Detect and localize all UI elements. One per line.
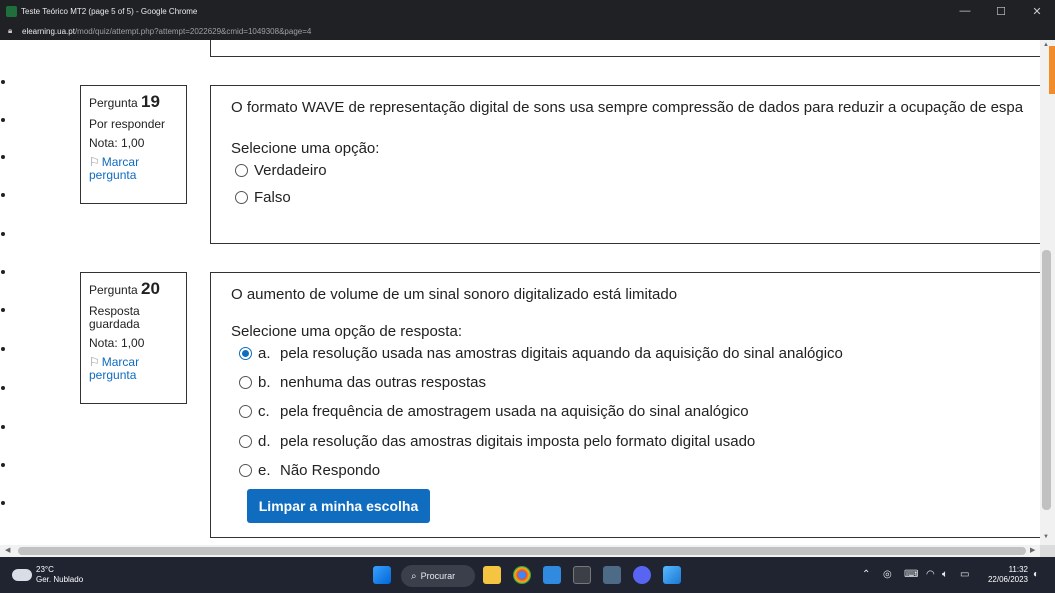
question-grade: Nota: 1,00 — [89, 336, 145, 350]
calculator-icon[interactable] — [603, 566, 621, 584]
question-prompt: Selecione uma opção: — [231, 140, 380, 157]
cloud-icon — [9, 569, 32, 581]
photos-icon[interactable] — [663, 566, 681, 584]
question-text: O aumento de volume de um sinal sonoro d… — [231, 286, 678, 303]
bullet-dot — [1, 308, 5, 312]
option-false[interactable]: Falso — [235, 189, 291, 206]
question-text: O formato WAVE de representação digital … — [231, 99, 1024, 116]
radio-button[interactable] — [239, 464, 252, 477]
scrollbar-thumb[interactable] — [1042, 250, 1051, 510]
file-explorer-icon[interactable] — [483, 566, 501, 584]
bullet-dot — [1, 193, 5, 197]
bullet-dot — [1, 463, 5, 467]
question-number: Pergunta 19 — [89, 92, 160, 111]
bullet-dot — [1, 347, 5, 351]
quiz-page: Pergunta 19 Por responder Nota: 1,00 ⚐ Ma… — [0, 40, 1040, 545]
chrome-icon[interactable] — [513, 566, 531, 584]
onedrive-icon[interactable]: ◎ — [883, 569, 892, 580]
scroll-right-icon[interactable]: ▶ — [1030, 546, 1035, 554]
option-d[interactable]: d. pela resolução das amostras digitais … — [239, 433, 755, 450]
window-title: Teste Teórico MT2 (page 5 of 5) - Google… — [21, 6, 198, 16]
battery-icon[interactable]: ▭ — [960, 569, 969, 580]
bullet-dot — [1, 425, 5, 429]
question-19-content: O formato WAVE de representação digital … — [210, 85, 1040, 244]
vertical-scrollbar[interactable]: ▲ ▼ — [1040, 40, 1055, 545]
question-19-info: Pergunta 19 Por responder Nota: 1,00 ⚐ Ma… — [80, 85, 187, 204]
scrollbar-thumb[interactable] — [18, 547, 1026, 555]
wifi-icon[interactable]: ◠ — [926, 569, 935, 580]
previous-question-box — [210, 40, 1040, 57]
moodle-favicon-icon — [6, 5, 17, 17]
bullet-dot — [1, 501, 5, 505]
question-status: Resposta guardada — [89, 304, 140, 331]
radio-button[interactable] — [235, 164, 248, 177]
temperature: 23°C — [36, 565, 54, 574]
question-20-content: O aumento de volume de um sinal sonoro d… — [210, 272, 1040, 538]
close-button[interactable]: ✕ — [1019, 5, 1055, 18]
screen: Teste Teórico MT2 (page 5 of 5) - Google… — [0, 0, 1055, 593]
bullet-dot — [1, 270, 5, 274]
chevron-up-icon[interactable]: ⌃ — [862, 569, 870, 580]
clear-choice-button[interactable]: Limpar a minha escolha — [247, 489, 430, 523]
scroll-indicator — [1049, 46, 1055, 94]
bullet-dot — [1, 80, 5, 84]
horizontal-scrollbar[interactable]: ◀ ▶ — [0, 545, 1040, 557]
taskbar: 23°C Ger. Nublado ⌕ Procurar ⌃ ◎ ⌨ ◠ 🔈︎ … — [0, 557, 1055, 593]
bullet-dot — [1, 155, 5, 159]
flag-icon: ⚐ — [89, 155, 100, 169]
terminal-icon[interactable] — [573, 566, 591, 584]
radio-button[interactable] — [239, 405, 252, 418]
bullet-dot — [1, 386, 5, 390]
question-20-info: Pergunta 20 Resposta guardada Nota: 1,00… — [80, 272, 187, 404]
lock-icon: 🔒︎ — [8, 26, 13, 35]
address-bar[interactable]: 🔒︎ elearning.ua.pt /mod/quiz/attempt.php… — [0, 22, 1055, 40]
bullet-dot — [1, 232, 5, 236]
clock-time: 11:32 — [1008, 565, 1028, 574]
clock-date: 22/06/2023 — [987, 575, 1028, 584]
minimize-button[interactable]: — — [947, 5, 983, 17]
radio-button[interactable] — [235, 191, 248, 204]
search-button[interactable]: ⌕ Procurar — [401, 565, 475, 587]
left-strip — [0, 40, 8, 545]
clock[interactable]: 11:32 22/06/2023 — [982, 565, 1028, 585]
keyboard-icon[interactable]: ⌨ — [904, 569, 918, 580]
flag-question-link[interactable]: ⚐ Marcar pergunta — [89, 156, 178, 182]
vscode-icon[interactable] — [543, 566, 561, 584]
flag-icon: ⚐ — [89, 355, 100, 369]
option-b[interactable]: b. nenhuma das outras respostas — [239, 374, 486, 391]
question-number: Pergunta 20 — [89, 279, 160, 298]
scrollbar-corner — [1040, 545, 1055, 557]
radio-button-selected[interactable] — [239, 347, 252, 360]
notification-icon[interactable]: ◐ — [1033, 569, 1039, 580]
search-icon: ⌕ — [411, 570, 417, 582]
discord-icon[interactable] — [633, 566, 651, 584]
url-host: elearning.ua.pt — [22, 26, 75, 36]
question-status: Por responder — [89, 117, 166, 131]
radio-button[interactable] — [239, 376, 252, 389]
question-prompt: Selecione uma opção de resposta: — [231, 323, 462, 340]
windows-start-icon[interactable] — [373, 566, 391, 584]
option-c[interactable]: c. pela frequência de amostragem usada n… — [239, 403, 749, 420]
scroll-up-icon[interactable]: ▲ — [1043, 42, 1049, 48]
maximize-button[interactable]: ☐ — [983, 5, 1019, 18]
browser-titlebar: Teste Teórico MT2 (page 5 of 5) - Google… — [0, 0, 1055, 22]
bullet-dot — [1, 118, 5, 122]
url-path: /mod/quiz/attempt.php?attempt=2022629&cm… — [74, 26, 312, 36]
option-a[interactable]: a. pela resolução usada nas amostras dig… — [239, 345, 843, 362]
option-e[interactable]: e. Não Respondo — [239, 462, 380, 479]
scroll-down-icon[interactable]: ▼ — [1043, 534, 1049, 540]
question-grade: Nota: 1,00 — [89, 136, 145, 150]
weather-condition: Ger. Nublado — [36, 575, 84, 584]
flag-question-link[interactable]: ⚐ Marcar pergunta — [89, 356, 178, 382]
radio-button[interactable] — [239, 435, 252, 448]
option-true[interactable]: Verdadeiro — [235, 162, 327, 179]
weather-widget[interactable]: 23°C Ger. Nublado — [9, 565, 84, 585]
volume-icon[interactable]: 🔈︎ — [942, 569, 948, 580]
scroll-left-icon[interactable]: ◀ — [5, 546, 10, 554]
